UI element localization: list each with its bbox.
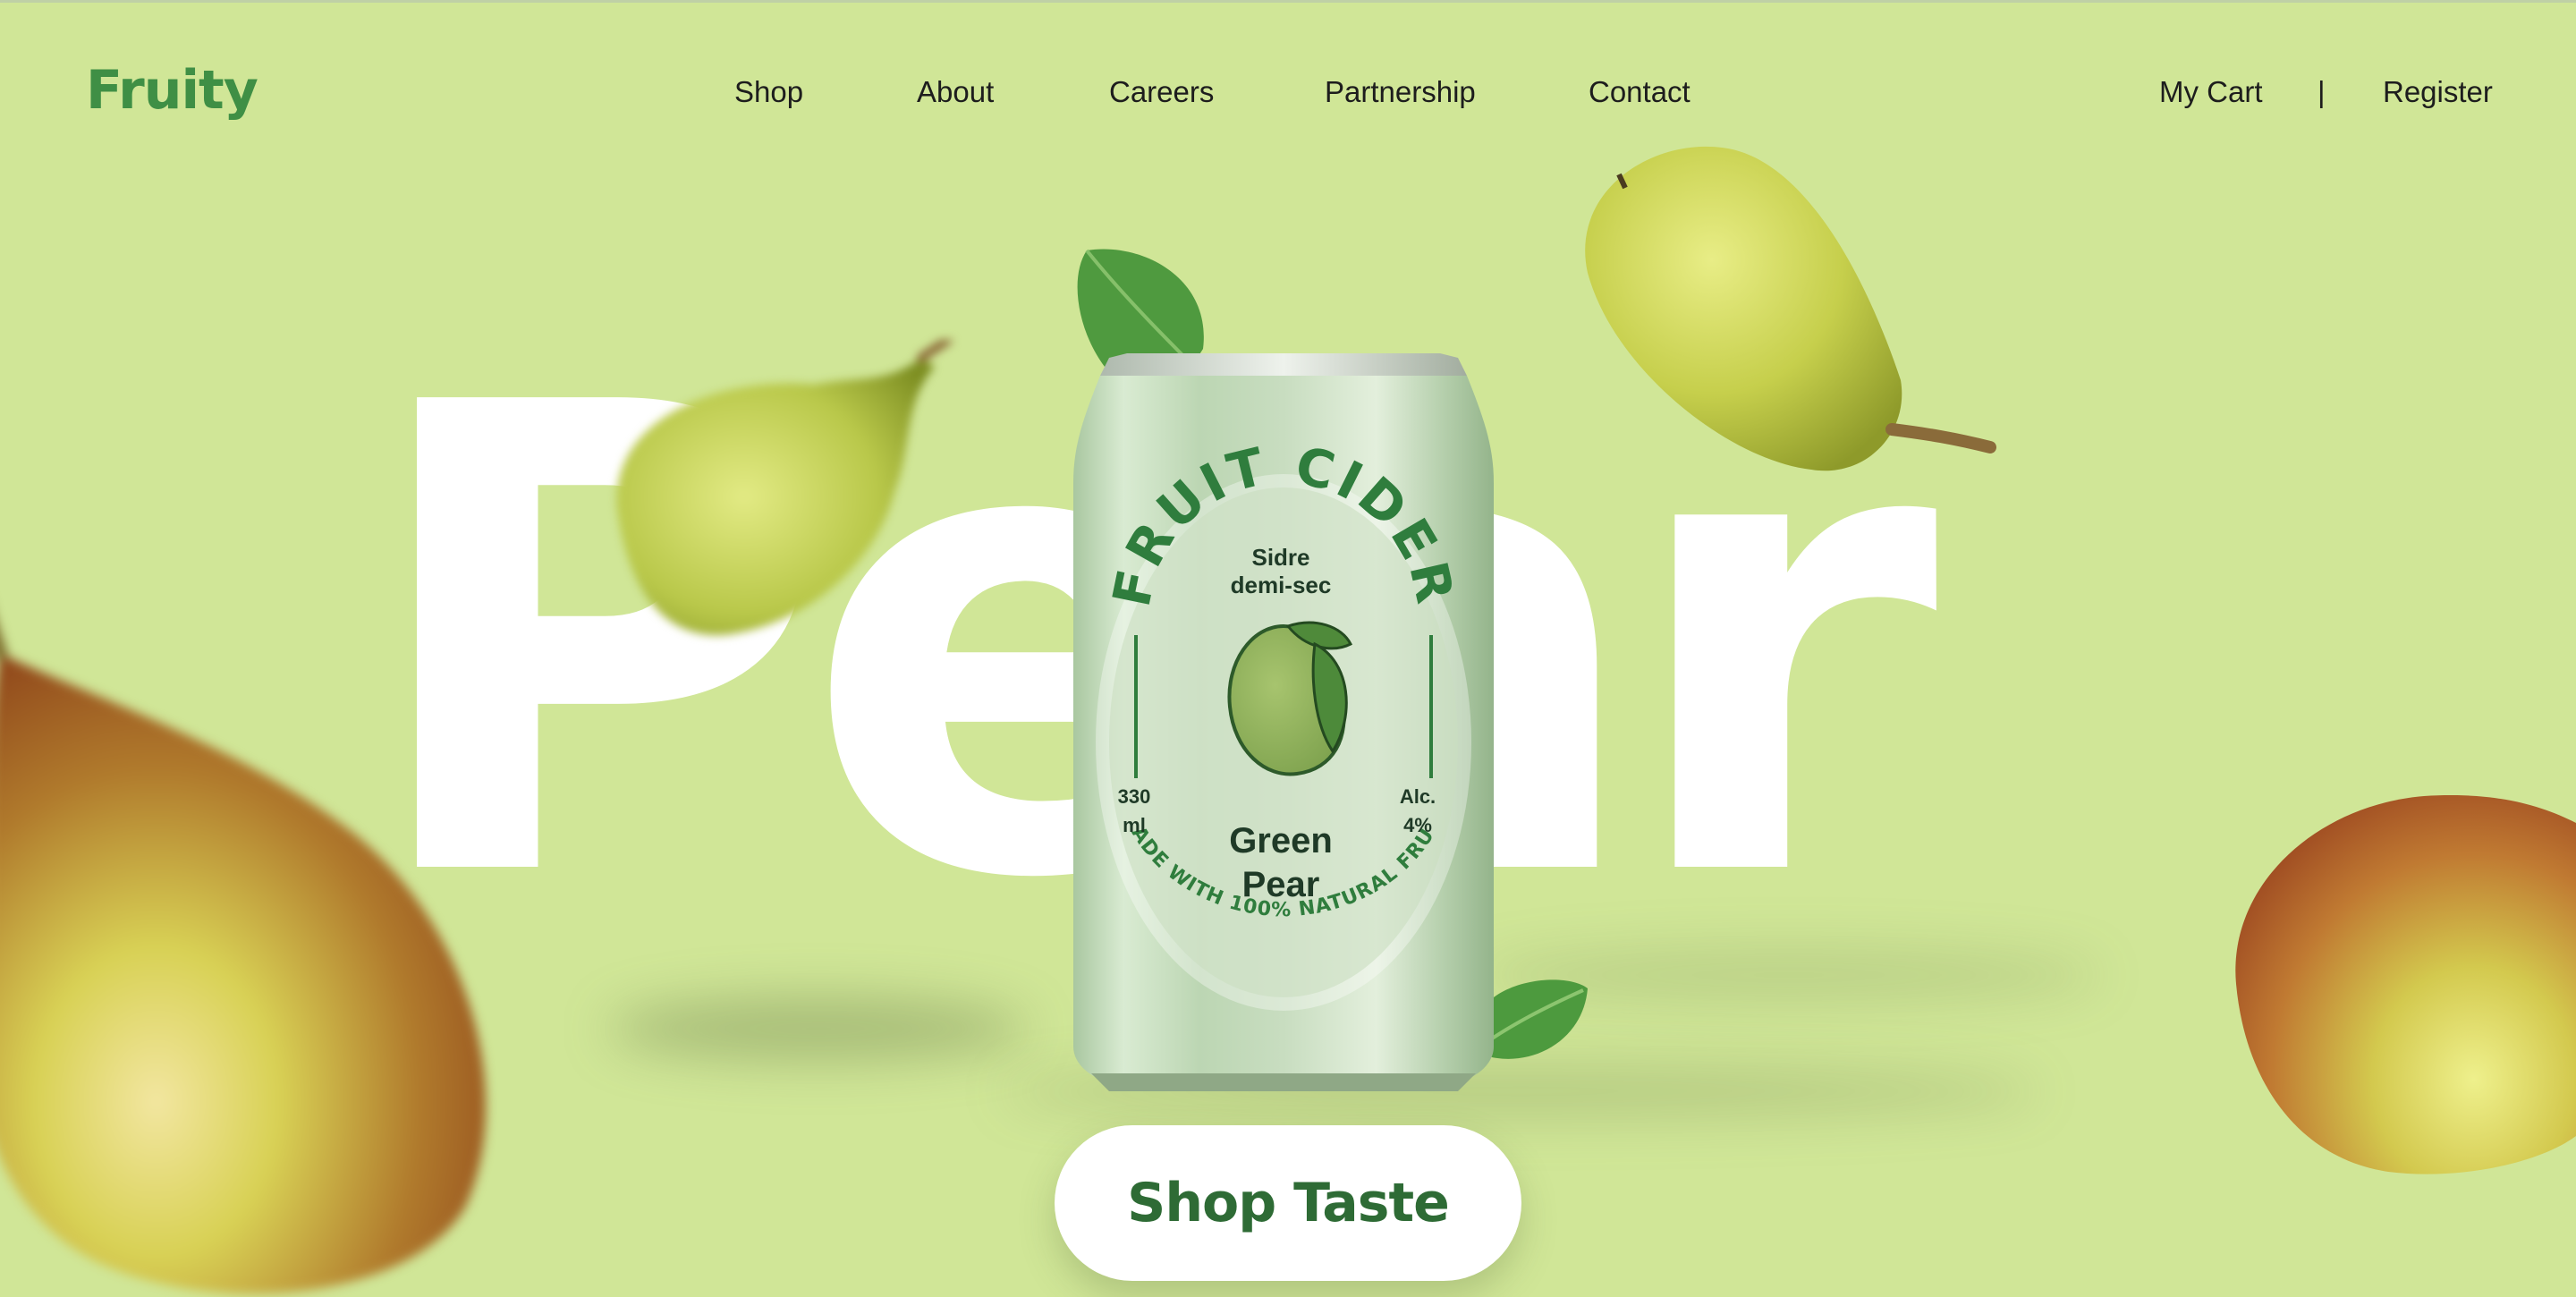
pear-shadow xyxy=(608,997,1029,1060)
pear-image xyxy=(1585,146,1996,471)
nav-item-partnership[interactable]: Partnership xyxy=(1325,75,1476,109)
my-cart-link[interactable]: My Cart xyxy=(2159,75,2263,109)
main-nav: Shop About Careers Partnership Contact M… xyxy=(0,75,2576,120)
top-border xyxy=(0,0,2576,3)
nav-separator: | xyxy=(2318,75,2326,108)
cider-can-image: FRUIT CIDER MADE WITH 100% NATURAL FRUIT… xyxy=(1063,225,1494,1100)
pear-image xyxy=(2235,795,2576,1174)
can-flavor-2: Pear xyxy=(1242,865,1320,904)
nav-item-contact[interactable]: Contact xyxy=(1589,75,1690,109)
can-flavor-1: Green xyxy=(1229,821,1333,860)
can-subtitle-2: demi-sec xyxy=(1231,572,1332,598)
can-volume-2: ml xyxy=(1123,814,1146,836)
can-alc-2: 4% xyxy=(1403,814,1432,836)
can-subtitle-1: Sidre xyxy=(1251,544,1309,571)
nav-item-careers[interactable]: Careers xyxy=(1109,75,1214,109)
can-alc-1: Alc. xyxy=(1400,785,1436,808)
nav-item-about[interactable]: About xyxy=(917,75,994,109)
pear-image xyxy=(616,340,953,636)
nav-item-shop[interactable]: Shop xyxy=(734,75,803,109)
can-volume-1: 330 xyxy=(1118,785,1151,808)
shop-taste-label: Shop Taste xyxy=(1127,1172,1450,1234)
register-link[interactable]: Register xyxy=(2383,75,2493,109)
pear-image xyxy=(0,632,487,1294)
shop-taste-button[interactable]: Shop Taste xyxy=(1055,1125,1521,1281)
